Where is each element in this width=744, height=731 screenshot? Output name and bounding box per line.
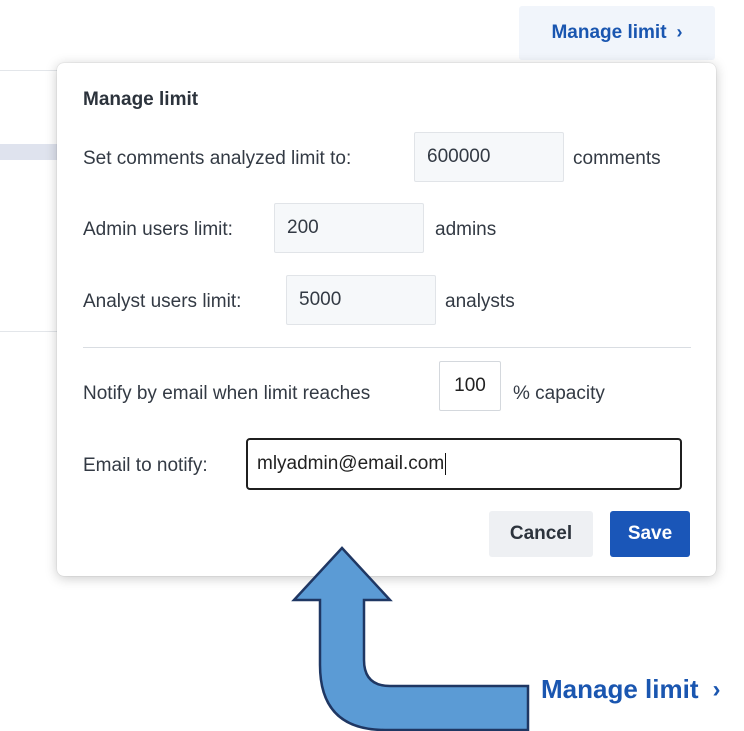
u-turn-up-arrow-icon (291, 546, 530, 731)
manage-limit-link-bottom[interactable]: Manage limit › (541, 674, 720, 705)
chevron-right-icon: › (712, 675, 721, 703)
manage-limit-link-label: Manage limit (541, 674, 699, 704)
